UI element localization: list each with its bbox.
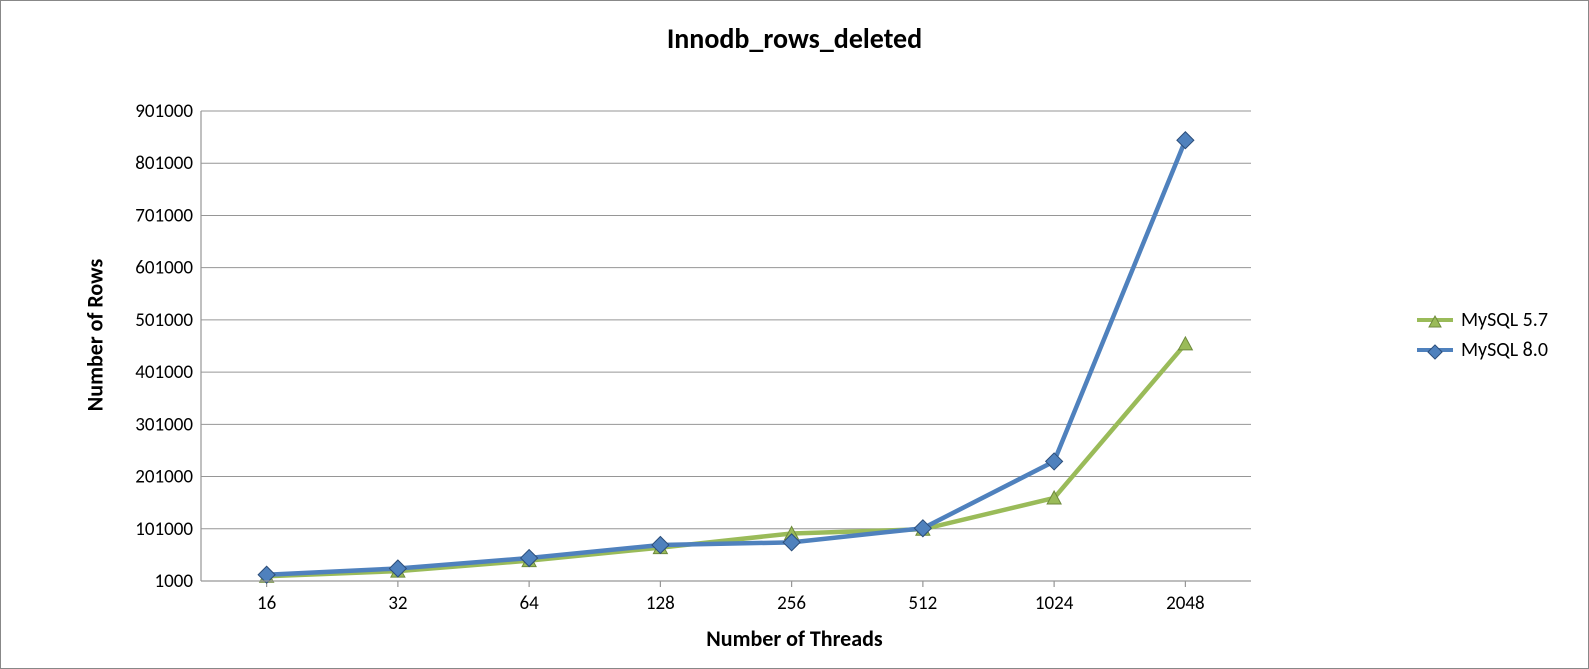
x-tick-label: 32	[388, 592, 407, 615]
diamond-icon	[1046, 453, 1063, 470]
y-tick-label: 901000	[135, 100, 193, 123]
y-tick-label: 401000	[135, 361, 193, 384]
diamond-icon	[1177, 132, 1194, 149]
legend-label: MySQL 5.7	[1461, 308, 1548, 332]
y-tick-label: 301000	[135, 413, 193, 436]
x-tick-label: 64	[519, 592, 539, 615]
x-tick-label: 512	[908, 592, 937, 615]
y-tick-label: 1000	[154, 570, 193, 593]
plot-area: 1000101000201000301000401000501000601000…	[131, 101, 1261, 571]
legend-item: MySQL 8.0	[1417, 338, 1548, 362]
legend-label: MySQL 8.0	[1461, 338, 1548, 362]
y-tick-label: 501000	[135, 309, 193, 332]
triangle-icon	[1435, 322, 1451, 338]
x-tick-label: 256	[777, 592, 806, 615]
x-tick-label: 128	[646, 592, 675, 615]
x-tick-label: 16	[257, 592, 276, 615]
series-line	[267, 140, 1186, 574]
legend-swatch-mysql80	[1417, 348, 1453, 352]
y-tick-label: 801000	[135, 152, 193, 175]
x-tick-label: 2048	[1166, 592, 1205, 615]
legend-swatch-mysql57	[1417, 318, 1453, 322]
y-tick-label: 701000	[135, 204, 193, 227]
y-tick-label: 601000	[135, 257, 193, 280]
chart-title: Innodb_rows_deleted	[1, 21, 1588, 56]
diamond-icon	[1435, 352, 1451, 368]
x-tick-label: 1024	[1035, 592, 1074, 615]
chart-frame: Innodb_rows_deleted Number of Rows Numbe…	[0, 0, 1589, 669]
diamond-icon	[783, 534, 800, 551]
y-tick-label: 201000	[135, 466, 193, 489]
triangle-icon	[1178, 337, 1192, 350]
legend-item: MySQL 5.7	[1417, 308, 1548, 332]
legend: MySQL 5.7 MySQL 8.0	[1417, 302, 1548, 368]
y-tick-label: 101000	[135, 518, 193, 541]
y-axis-label: Number of Rows	[82, 258, 109, 410]
